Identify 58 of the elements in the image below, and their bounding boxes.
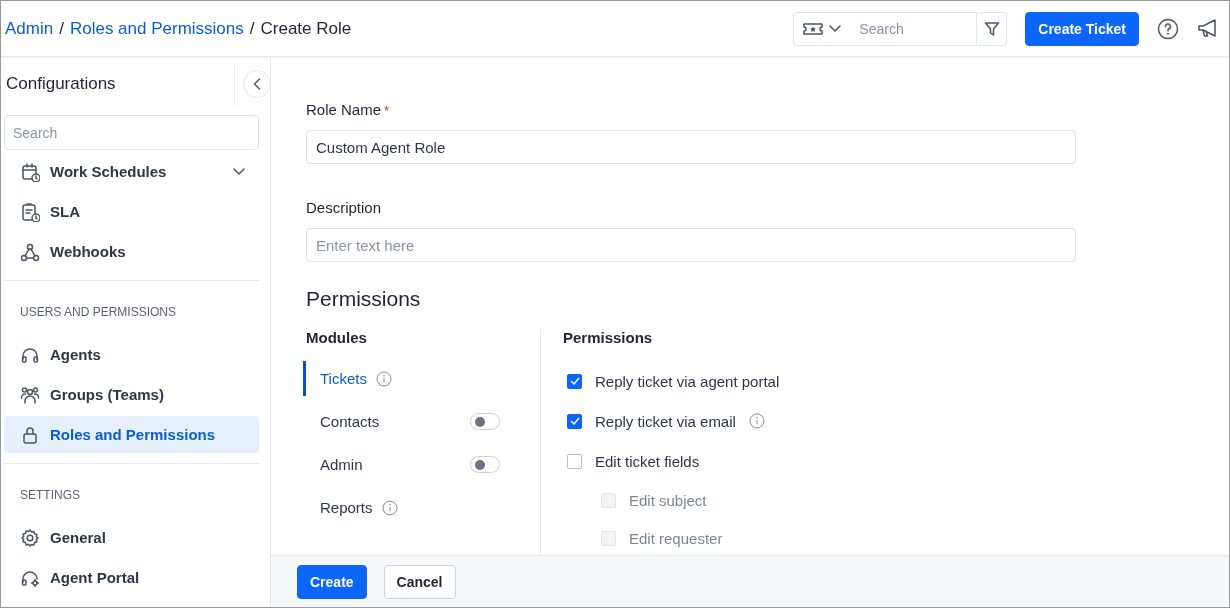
- section-heading: USERS AND PERMISSIONS: [19, 304, 178, 321]
- toggle-switch[interactable]: [470, 413, 500, 430]
- permission-label: Edit ticket fields: [595, 452, 700, 470]
- sidebar-item[interactable]: Agent Portal: [4, 559, 259, 596]
- info-icon: [381, 499, 398, 516]
- sidebar-item[interactable]: SLA: [4, 193, 259, 230]
- create-ticket-button[interactable]: Create Ticket: [1025, 11, 1139, 46]
- search-field[interactable]: Search: [4, 115, 259, 150]
- lock-icon: [20, 424, 40, 445]
- sidebar-item[interactable]: Work Schedules: [4, 153, 259, 190]
- breadcrumb-separator: /: [249, 18, 255, 39]
- people-icon: [20, 384, 40, 405]
- sidebar-item[interactable]: Webhooks: [4, 233, 259, 270]
- clipboard-clock-icon: [20, 201, 40, 222]
- permission-label: Reply ticket via email: [595, 412, 736, 430]
- cancel-button[interactable]: Cancel: [383, 564, 456, 599]
- create-button[interactable]: Create: [297, 564, 367, 599]
- permission-label: Reply ticket via agent portal: [595, 372, 780, 390]
- description-field[interactable]: Enter text here: [306, 228, 1076, 262]
- calendar-clock-icon: [20, 161, 40, 182]
- module-tab[interactable]: Admin: [303, 447, 500, 482]
- gear-icon: [20, 527, 40, 548]
- breadcrumb-link[interactable]: Admin: [5, 18, 54, 39]
- module-tab[interactable]: Tickets: [303, 361, 500, 396]
- field-label: Description: [306, 199, 383, 216]
- chevron-down-icon[interactable]: [233, 167, 245, 176]
- checkbox[interactable]: [567, 453, 582, 469]
- help-icon[interactable]: [1157, 17, 1179, 40]
- module-tab[interactable]: Contacts: [303, 404, 500, 439]
- permission-label: Edit subject: [629, 491, 707, 509]
- column-heading: Modules: [306, 329, 368, 346]
- search-field[interactable]: Search: [793, 11, 1008, 46]
- section-title: Permissions: [306, 287, 422, 311]
- ticket-icon: [803, 21, 824, 36]
- toggle-switch[interactable]: [470, 456, 500, 473]
- sidebar-title: Configurations: [5, 74, 116, 94]
- sidebar-item[interactable]: Groups (Teams): [4, 376, 259, 413]
- filter-icon[interactable]: [983, 20, 1000, 37]
- sidebar-item[interactable]: Roles and Permissions: [4, 416, 259, 453]
- sidebar-item[interactable]: Agents: [4, 336, 259, 373]
- checkbox[interactable]: [567, 373, 582, 389]
- module-tab[interactable]: Reports: [303, 490, 500, 525]
- breadcrumb-separator: /: [59, 18, 64, 39]
- breadcrumb-link[interactable]: Roles and Permissions: [69, 18, 244, 39]
- chevron-left-icon: [253, 78, 261, 90]
- section-heading: SETTINGS: [19, 487, 81, 504]
- search-input[interactable]: Search: [857, 19, 971, 38]
- field-label: Role Name: [306, 101, 382, 118]
- info-icon: [375, 370, 392, 387]
- sidebar-item[interactable]: General: [4, 519, 259, 556]
- page-title: Create Role: [260, 18, 352, 39]
- required-mark: *: [384, 103, 390, 118]
- role-name-field[interactable]: Custom Agent Role: [306, 130, 1076, 164]
- permission-label: Edit requester: [629, 529, 723, 547]
- webhook-icon: [20, 241, 40, 262]
- column-heading: Permissions: [563, 329, 654, 346]
- chevron-down-icon[interactable]: [829, 24, 842, 33]
- checkbox[interactable]: [567, 413, 582, 429]
